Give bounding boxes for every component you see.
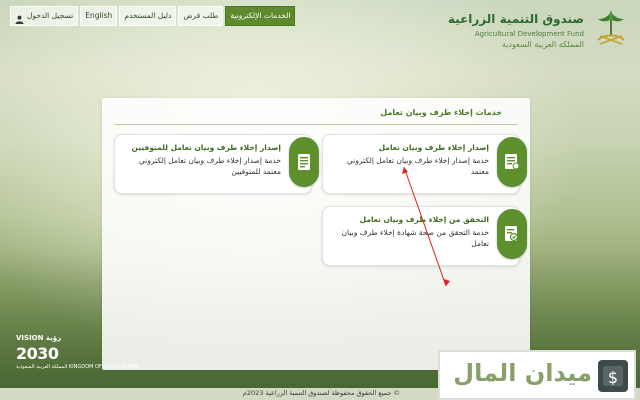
service-card-deceased[interactable]: إصدار إخلاء طرف وبيان تعامل للمتوفيين خد… bbox=[114, 134, 319, 194]
card-title: إصدار إخلاء طرف وبيان تعامل للمتوفيين bbox=[131, 143, 281, 152]
site-logo[interactable]: صندوق التنمية الزراعية Agricultural Deve… bbox=[422, 6, 632, 56]
vision-2030-logo: VISION رؤية 2030 المملكة العربية السعودي… bbox=[14, 334, 139, 384]
panel-divider bbox=[114, 124, 518, 125]
card-description: خدمة إصدار إخلاء طرف وبيان تعامل إلكترون… bbox=[139, 156, 281, 176]
services-panel: خدمات إخلاء طرف وبيان تعامل إصدار إخلاء … bbox=[102, 98, 530, 370]
nav-user-guide[interactable]: دليل المستخدم bbox=[119, 6, 177, 26]
copyright-text: © جميع الحقوق محفوظة لصندوق التنمية الزر… bbox=[242, 389, 400, 397]
user-icon bbox=[15, 12, 24, 24]
header: صندوق التنمية الزراعية Agricultural Deve… bbox=[0, 0, 640, 60]
card-description: خدمة التحقق من صحة شهادة إخلاء طرف وبيان… bbox=[341, 228, 489, 248]
watermark-text: ميدان المال bbox=[453, 359, 592, 387]
card-title: التحقق من إخلاء طرف وبيان تعامل bbox=[359, 215, 489, 224]
service-card-verify[interactable]: التحقق من إخلاء طرف وبيان تعامل خدمة الت… bbox=[322, 206, 527, 266]
nav-loan-request[interactable]: طلب قرض bbox=[178, 6, 224, 26]
nav-login-label: تسجيل الدخول bbox=[27, 11, 74, 20]
nav-e-services[interactable]: الخدمات الإلكترونية bbox=[225, 6, 296, 26]
nav-login[interactable]: تسجيل الدخول bbox=[10, 6, 79, 26]
panel-title: خدمات إخلاء طرف وبيان تعامل bbox=[380, 108, 502, 117]
watermark-logo: ميدان المال $ bbox=[438, 350, 636, 400]
verify-document-icon bbox=[497, 209, 527, 259]
document-icon bbox=[289, 137, 319, 187]
service-card-clearance[interactable]: إصدار إخلاء طرف وبيان تعامل خدمة إصدار إ… bbox=[322, 134, 527, 194]
vision-year: 2030 bbox=[16, 344, 59, 363]
logo-kingdom: المملكة العربية السعودية bbox=[501, 40, 584, 49]
card-title: إصدار إخلاء طرف وبيان تعامل bbox=[378, 143, 489, 152]
top-nav: تسجيل الدخول English دليل المستخدم طلب ق… bbox=[10, 6, 296, 26]
vision-subtitle: المملكة العربية السعودية KINGDOM OF SAUD… bbox=[16, 364, 140, 370]
logo-name-en: Agricultural Development Fund bbox=[474, 30, 584, 38]
document-list-icon bbox=[497, 137, 527, 187]
nav-english[interactable]: English bbox=[80, 6, 118, 26]
palm-emblem-icon bbox=[590, 6, 632, 52]
svg-text:$: $ bbox=[608, 368, 618, 387]
vision-label: VISION رؤية bbox=[16, 334, 62, 342]
watermark-icon: $ bbox=[598, 360, 628, 392]
card-description: خدمة إصدار إخلاء طرف وبيان تعامل إلكترون… bbox=[347, 156, 489, 176]
logo-name-ar: صندوق التنمية الزراعية bbox=[447, 12, 584, 26]
